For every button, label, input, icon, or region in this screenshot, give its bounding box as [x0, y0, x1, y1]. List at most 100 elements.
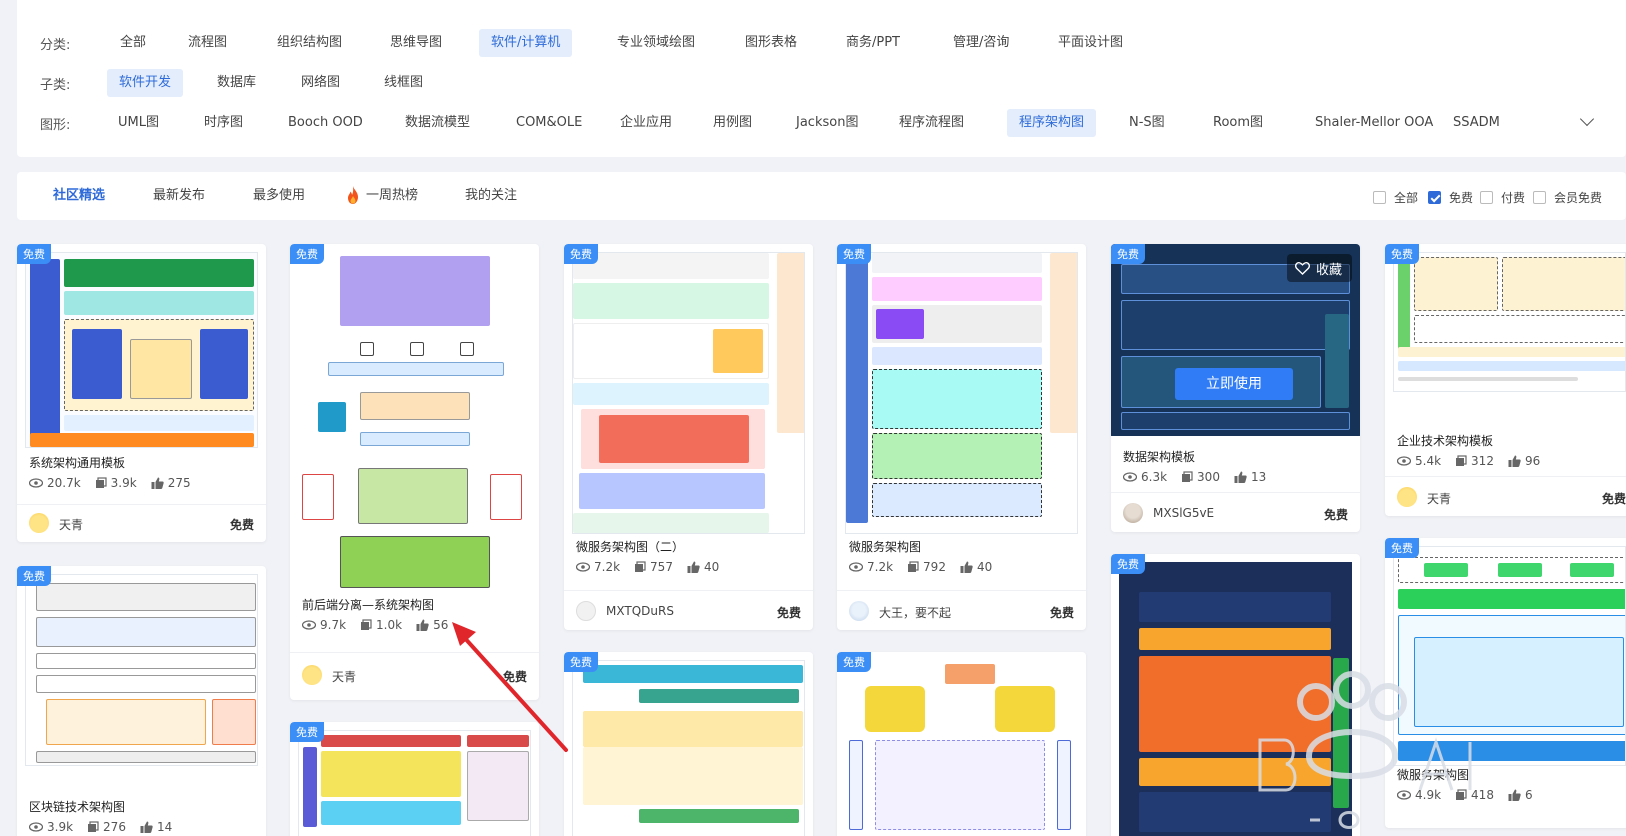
card-title[interactable]: 微服务架构图	[849, 538, 921, 555]
author-name[interactable]: 天青	[1427, 490, 1451, 507]
subcategory-wireframe[interactable]: 线框图	[372, 69, 435, 97]
card-footer: 天青 免费	[17, 504, 266, 542]
template-card[interactable]: 免费 企业技术架构模板 5.4k 312 96 天青 免费	[1385, 244, 1626, 516]
shape-dataflow[interactable]: 数据流模型	[393, 109, 482, 137]
shape-jackson[interactable]: Jackson图	[784, 109, 870, 137]
tab-weekly-hot[interactable]: 一周热榜	[366, 172, 418, 220]
template-thumbnail[interactable]	[1393, 252, 1626, 392]
template-thumbnail[interactable]	[298, 252, 531, 608]
author-name[interactable]: 天青	[332, 668, 356, 685]
template-thumbnail[interactable]	[25, 252, 258, 448]
card-title[interactable]: 系统架构通用模板	[29, 454, 125, 471]
card-title[interactable]: 微服务架构图（二）	[576, 538, 684, 555]
copy-count-value: 312	[1471, 454, 1494, 468]
shape-program-flow[interactable]: 程序流程图	[887, 109, 976, 137]
shape-com-ole[interactable]: COM&OLE	[504, 109, 594, 137]
filter-paid-checkbox[interactable]: 付费	[1480, 189, 1525, 206]
card-footer: 大王，要不起 免费	[837, 590, 1086, 630]
filter-all-checkbox[interactable]: 全部	[1373, 189, 1418, 206]
template-thumbnail[interactable]	[572, 660, 805, 836]
author-name[interactable]: 天青	[59, 516, 83, 533]
author-name[interactable]: MXSlG5vE	[1153, 506, 1214, 520]
like-count-value: 13	[1250, 470, 1267, 484]
favorite-button[interactable]: 收藏	[1286, 254, 1352, 282]
thumbs-up-icon	[687, 561, 700, 573]
filter-free-checkbox[interactable]: 免费	[1428, 189, 1473, 206]
template-card[interactable]: 免费 收藏 立即使用 数据架构模板 6.3k 300 13 MXSlG5vE 免…	[1111, 244, 1360, 532]
tab-my-follows[interactable]: 我的关注	[465, 172, 517, 220]
card-title[interactable]: 区块链技术架构图	[29, 798, 125, 815]
category-software[interactable]: 软件/计算机	[479, 29, 573, 57]
price-label: 免费	[502, 670, 527, 684]
template-thumbnail[interactable]	[1393, 546, 1626, 766]
template-card[interactable]: 免费 系统架构通用模板 20.7k 3.9k 275 天青 免费	[17, 244, 266, 542]
shape-room[interactable]: Room图	[1201, 109, 1275, 137]
subcategory-database[interactable]: 数据库	[205, 69, 268, 97]
avatar[interactable]	[29, 513, 49, 533]
shape-ns[interactable]: N-S图	[1117, 109, 1177, 137]
category-mindmap[interactable]: 思维导图	[378, 29, 454, 57]
template-thumbnail[interactable]	[298, 730, 531, 836]
use-now-button[interactable]: 立即使用	[1175, 368, 1293, 400]
copy-icon	[908, 561, 919, 572]
shape-uml[interactable]: UML图	[106, 109, 171, 137]
template-thumbnail[interactable]	[845, 252, 1078, 534]
author-name[interactable]: 大王，要不起	[879, 604, 951, 621]
avatar[interactable]	[849, 601, 869, 621]
template-card[interactable]: 免费 前后端分离—系统架构图 9.7k 1.0k 56 天青 免费	[290, 244, 539, 700]
copy-count: 792	[907, 560, 946, 574]
checkbox-box[interactable]	[1428, 191, 1441, 204]
copy-icon	[635, 561, 646, 572]
shape-usecase[interactable]: 用例图	[701, 109, 764, 137]
category-professional[interactable]: 专业领域绘图	[605, 29, 707, 57]
template-thumbnail[interactable]	[572, 252, 805, 534]
shape-program-architecture[interactable]: 程序架构图	[1007, 109, 1097, 137]
tab-community-picks[interactable]: 社区精选	[53, 172, 105, 220]
card-stats: 3.9k 276 14	[29, 820, 186, 834]
shape-booch[interactable]: Booch OOD	[276, 109, 375, 137]
template-card[interactable]: 免费	[290, 722, 539, 836]
card-title[interactable]: 数据架构模板	[1123, 448, 1195, 465]
category-graphic-design[interactable]: 平面设计图	[1046, 29, 1135, 57]
tab-most-used[interactable]: 最多使用	[253, 172, 305, 220]
view-count: 3.9k	[29, 820, 73, 834]
template-card[interactable]: 免费	[564, 652, 813, 836]
shape-enterprise[interactable]: 企业应用	[608, 109, 684, 137]
chevron-down-icon[interactable]	[1579, 111, 1595, 127]
template-card[interactable]: 免费 微服务架构图（二） 7.2k 757 40 MXTQDuRS 免费	[564, 244, 813, 630]
tab-latest[interactable]: 最新发布	[153, 172, 205, 220]
view-count-value: 7.2k	[594, 560, 621, 574]
category-business-ppt[interactable]: 商务/PPT	[834, 29, 912, 57]
card-title[interactable]: 微服务架构图	[1397, 766, 1469, 783]
category-graphic-table[interactable]: 图形表格	[733, 29, 809, 57]
shape-ssadm[interactable]: SSADM	[1441, 109, 1512, 137]
checkbox-box[interactable]	[1533, 191, 1546, 204]
author-name[interactable]: MXTQDuRS	[606, 604, 674, 618]
category-flowchart[interactable]: 流程图	[176, 29, 239, 57]
checkbox-box[interactable]	[1480, 191, 1493, 204]
card-title[interactable]: 企业技术架构模板	[1397, 432, 1493, 449]
filter-member-free-checkbox[interactable]: 会员免费	[1533, 189, 1602, 206]
card-title[interactable]: 前后端分离—系统架构图	[302, 596, 434, 613]
category-org-chart[interactable]: 组织结构图	[265, 29, 354, 57]
subcategory-network[interactable]: 网络图	[289, 69, 352, 97]
template-thumbnail[interactable]	[1119, 562, 1352, 836]
subcategory-software-dev[interactable]: 软件开发	[107, 69, 184, 97]
template-card[interactable]: 免费	[1111, 554, 1360, 836]
template-thumbnail[interactable]	[25, 574, 258, 766]
shape-shaler-mellor[interactable]: Shaler-Mellor OOA	[1303, 109, 1445, 137]
filter-panel: 分类: 全部 流程图 组织结构图 思维导图 软件/计算机 专业领域绘图 图形表格…	[17, 0, 1626, 157]
category-management[interactable]: 管理/咨询	[941, 29, 1021, 57]
avatar[interactable]	[576, 601, 596, 621]
template-card[interactable]: 免费 微服务架构图 4.9k 418 6	[1385, 538, 1626, 828]
checkbox-box[interactable]	[1373, 191, 1386, 204]
template-thumbnail[interactable]	[845, 660, 1078, 836]
template-card[interactable]: 免费 微服务架构图 7.2k 792 40 大王，要不起 免费	[837, 244, 1086, 630]
avatar[interactable]	[1123, 503, 1143, 523]
shape-sequence[interactable]: 时序图	[192, 109, 255, 137]
template-card[interactable]: 免费 区块链技术架构图 3.9k 276 14	[17, 566, 266, 836]
avatar[interactable]	[1397, 487, 1417, 507]
template-card[interactable]: 免费	[837, 652, 1086, 836]
avatar[interactable]	[302, 665, 322, 685]
category-all[interactable]: 全部	[108, 29, 158, 57]
